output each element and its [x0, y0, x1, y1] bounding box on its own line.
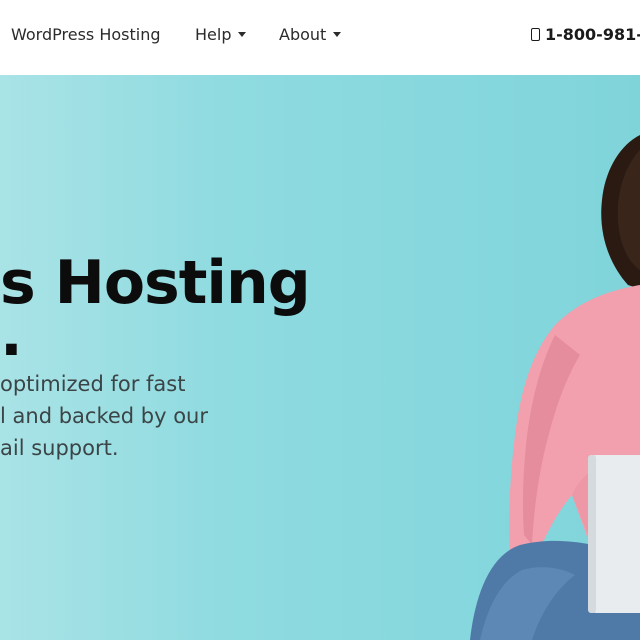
nav-help-label: Help	[195, 25, 232, 44]
nav-wordpress-hosting[interactable]: WordPress Hosting	[11, 25, 161, 45]
hero-title: s Hosting	[0, 248, 311, 318]
hero-description-line: l and backed by our	[0, 404, 209, 428]
phone-number: 1-800-981-	[545, 25, 640, 44]
top-navigation: WordPress Hosting Help About 1-800-981-	[0, 0, 640, 75]
nav-about-label: About	[279, 25, 327, 44]
page: WordPress Hosting Help About 1-800-981- …	[0, 0, 640, 640]
hero-description: optimized for fast l and backed by our a…	[0, 368, 240, 464]
nav-wordpress-hosting-label: WordPress Hosting	[11, 25, 161, 44]
hero-description-line: optimized for fast	[0, 372, 186, 396]
caret-down-icon	[333, 32, 342, 37]
nav-about[interactable]: About	[279, 25, 342, 45]
person-with-laptop-image	[470, 135, 640, 640]
phone-icon	[531, 28, 540, 41]
hero-subtitle: .	[0, 300, 23, 370]
hero-banner: s Hosting . optimized for fast l and bac…	[0, 75, 640, 640]
nav-help[interactable]: Help	[195, 25, 247, 45]
caret-down-icon	[238, 32, 247, 37]
hero-description-line: ail support.	[0, 436, 119, 460]
phone-link[interactable]: 1-800-981-	[531, 25, 640, 45]
